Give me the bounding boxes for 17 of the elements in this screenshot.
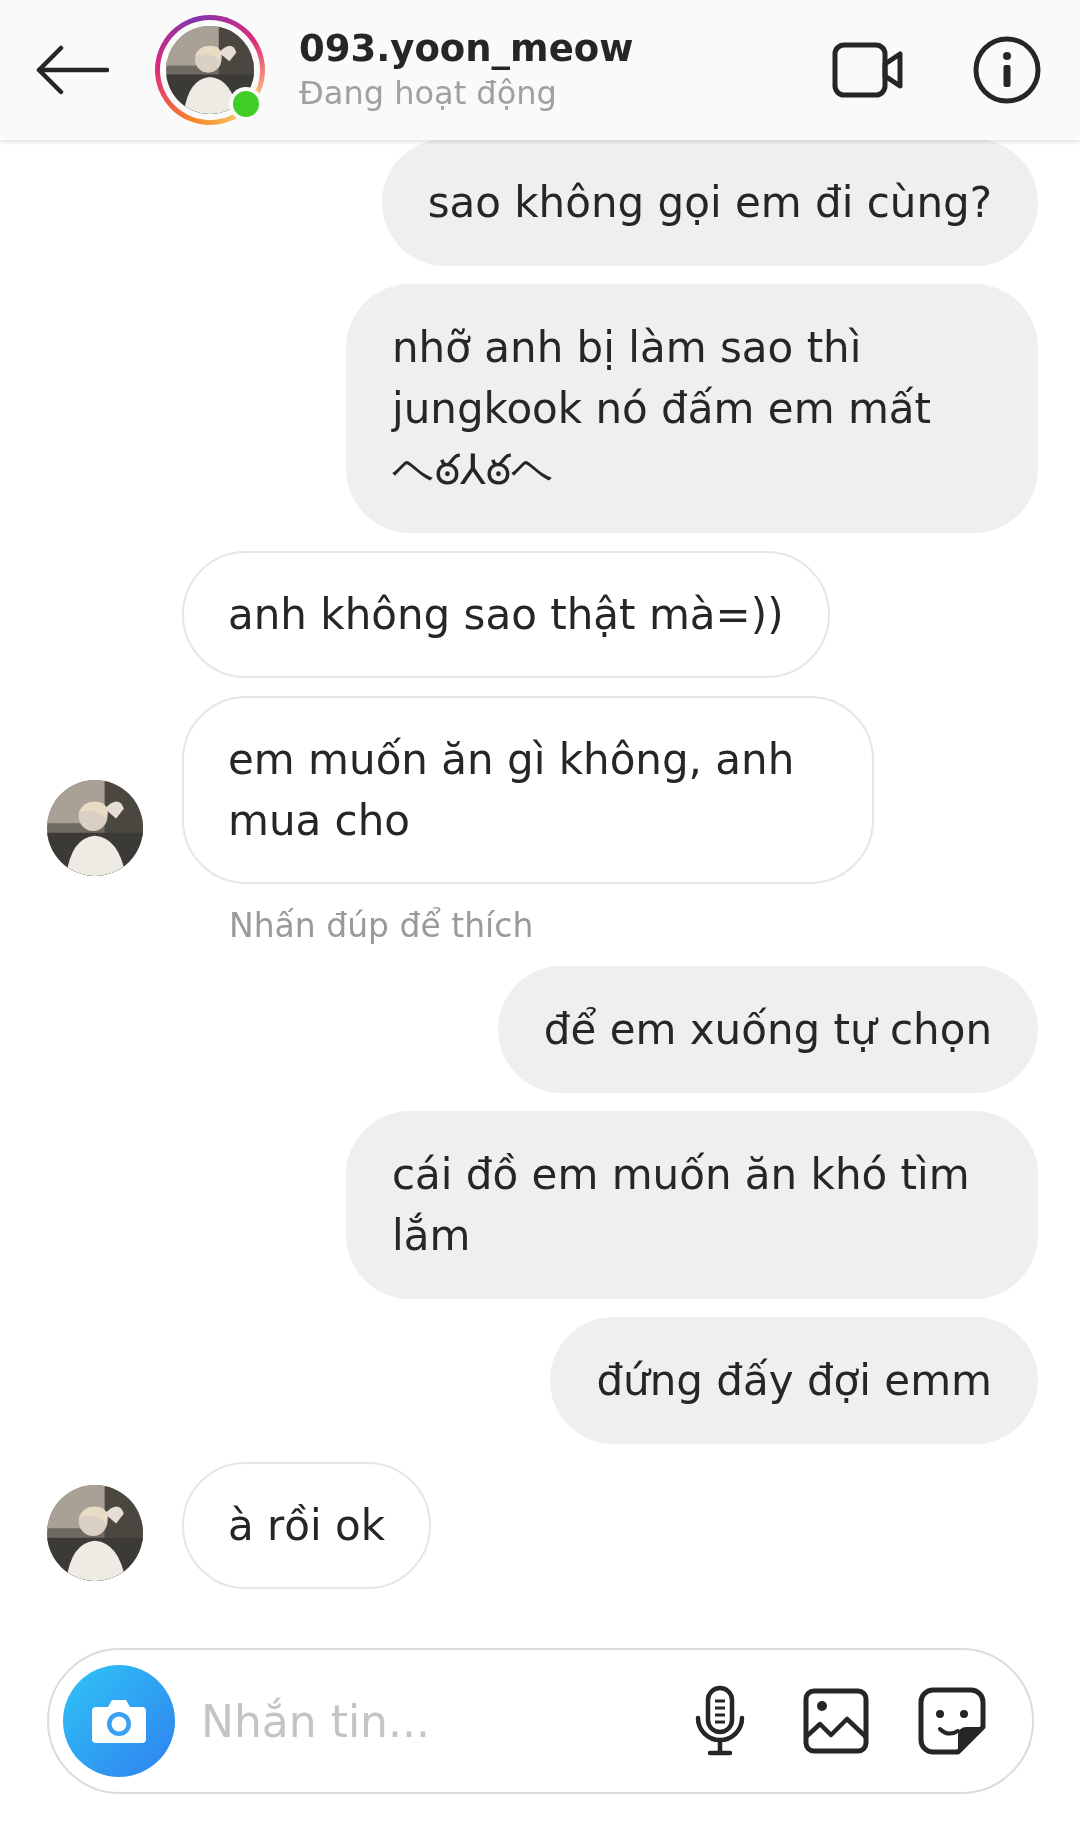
sent-message[interactable]: nhỡ anh bị làm sao thì jungkook nó đấm em mất ヘఠ⅄ఠヘ <box>346 284 1038 533</box>
sent-message[interactable]: cái đồ em muốn ăn khó tìm lắm <box>346 1111 1038 1299</box>
received-message[interactable]: à rồi ok <box>182 1462 432 1589</box>
sticker-icon[interactable] <box>916 1685 988 1757</box>
message-field[interactable]: Nhắn tin... <box>199 1685 684 1757</box>
sent-message[interactable]: sao không gọi em đi cùng? <box>381 139 1038 266</box>
status-text: Đang hoạt động <box>299 73 558 114</box>
received-message[interactable]: em muốn ăn gì không, anh mua cho <box>182 696 874 884</box>
username[interactable]: 093.yoon_meow <box>299 26 832 72</box>
camera-icon <box>90 1697 148 1745</box>
sent-message[interactable]: để em xuống tự chọn <box>497 966 1038 1093</box>
video-call-icon[interactable] <box>832 40 906 100</box>
info-icon[interactable] <box>972 35 1042 105</box>
back-icon[interactable] <box>35 45 109 95</box>
hint-text: Nhấn đúp để thích <box>228 906 535 946</box>
received-message[interactable]: anh không sao thật mà=)) <box>182 551 830 678</box>
sent-message[interactable]: đứng đấy đợi emm <box>550 1317 1038 1444</box>
